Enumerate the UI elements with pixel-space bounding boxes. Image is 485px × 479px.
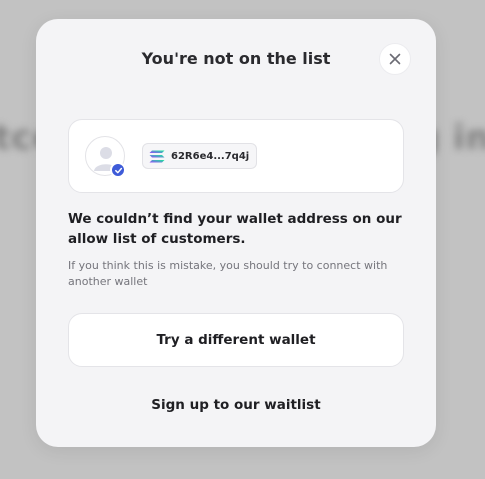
- not-found-message: We couldn’t find your wallet address on …: [68, 211, 402, 247]
- wallet-address: 62R6e4...7q4j: [171, 150, 250, 162]
- close-icon: [389, 53, 401, 65]
- modal-title: You're not on the list: [141, 49, 331, 68]
- try-different-wallet-button[interactable]: Try a different wallet: [68, 313, 404, 367]
- not-on-list-modal: You're not on the list 62R6e4...7q4j We …: [36, 19, 436, 447]
- solana-icon: [149, 150, 165, 162]
- waitlist-signup-link[interactable]: Sign up to our waitlist: [36, 397, 436, 413]
- hint-text: If you think this is mistake, you should…: [68, 259, 388, 288]
- verified-badge: [110, 162, 126, 178]
- check-badge-icon: [114, 167, 122, 173]
- close-button[interactable]: [379, 43, 411, 75]
- wallet-card: 62R6e4...7q4j: [68, 119, 404, 193]
- wallet-address-chip: 62R6e4...7q4j: [142, 143, 258, 169]
